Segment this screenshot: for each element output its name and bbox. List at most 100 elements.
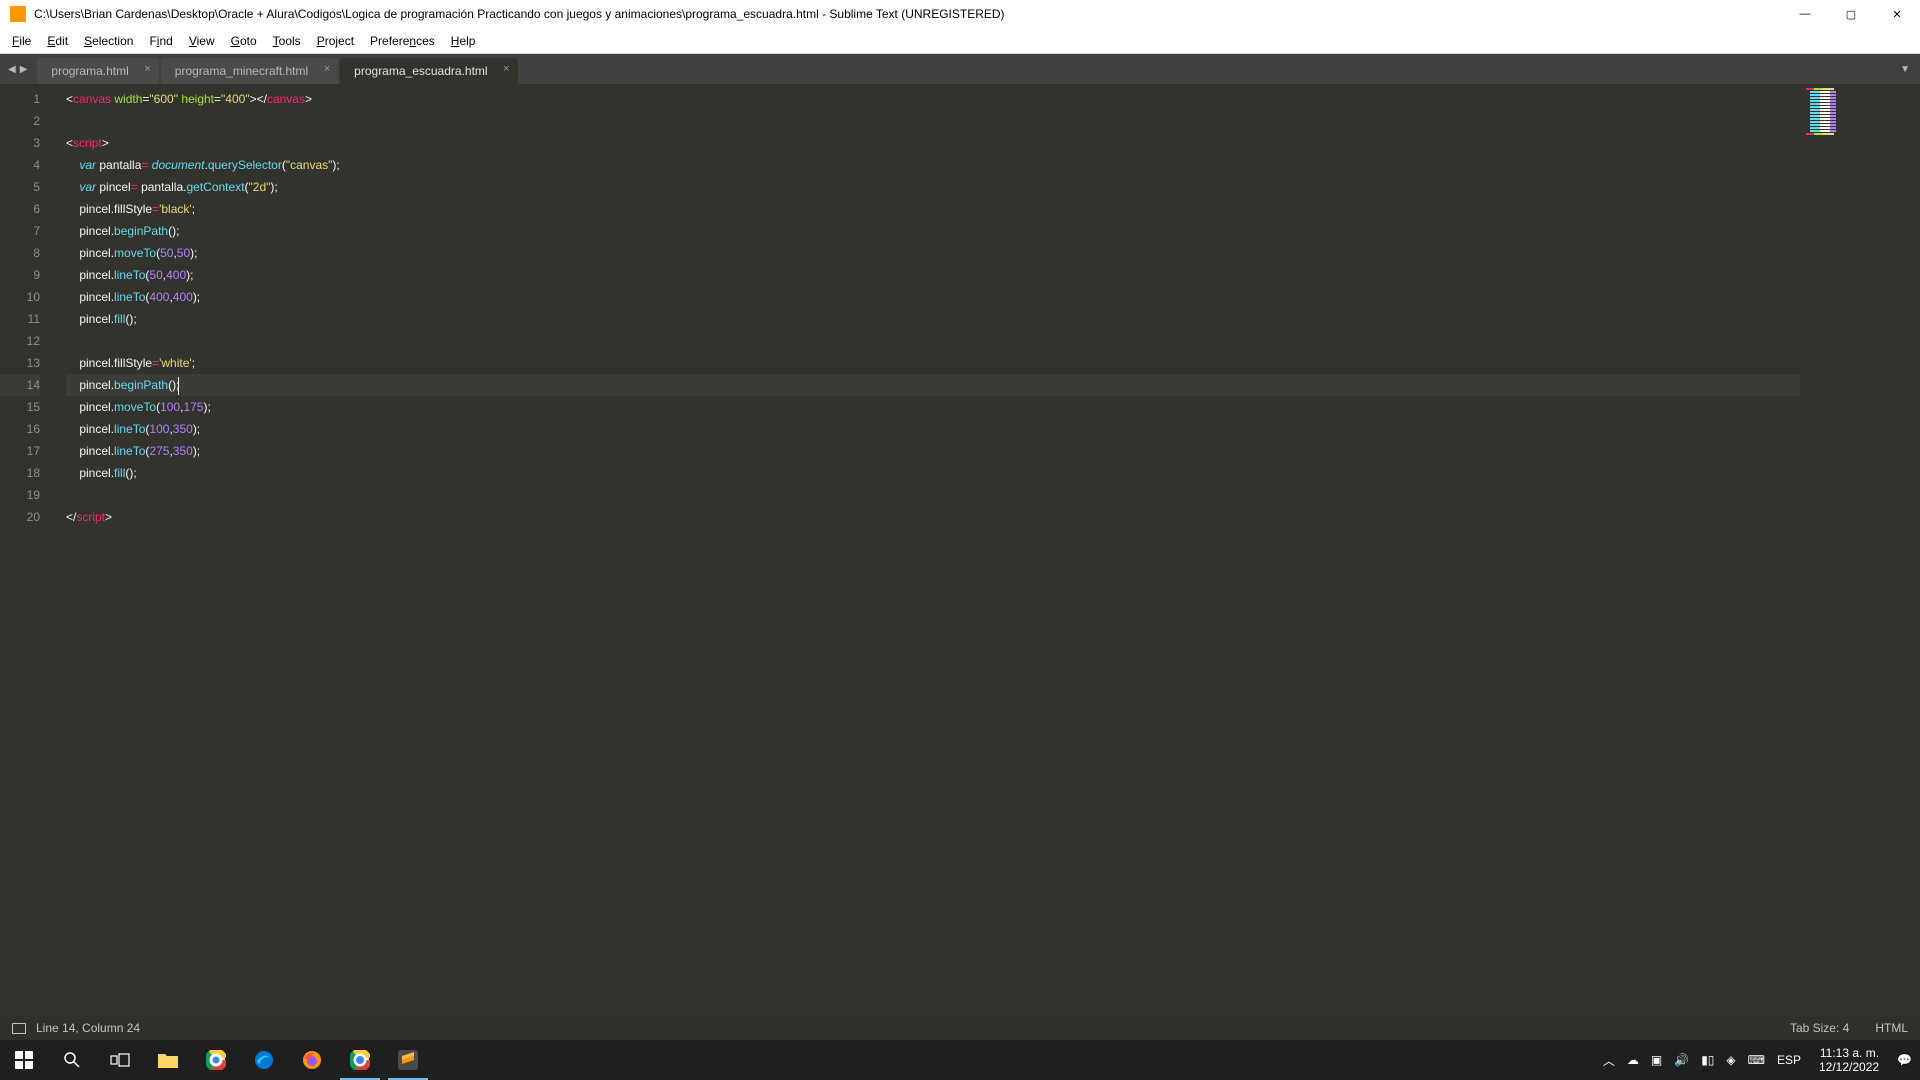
menu-tools[interactable]: Tools: [265, 32, 309, 50]
code-line[interactable]: pincel.beginPath();: [66, 220, 1800, 242]
line-number: 7: [0, 220, 40, 242]
tray-volume-icon[interactable]: 🔊: [1674, 1053, 1689, 1067]
line-number: 1: [0, 88, 40, 110]
minimap[interactable]: [1800, 84, 1920, 1016]
firefox-icon[interactable]: [288, 1040, 336, 1080]
line-number: 11: [0, 308, 40, 330]
menu-find[interactable]: Find: [141, 32, 180, 50]
code-line[interactable]: pincel.moveTo(50,50);: [66, 242, 1800, 264]
line-number: 9: [0, 264, 40, 286]
tab-size[interactable]: Tab Size: 4: [1790, 1021, 1849, 1035]
menu-help[interactable]: Help: [443, 32, 484, 50]
close-icon[interactable]: ×: [144, 63, 150, 75]
code-line[interactable]: pincel.moveTo(100,175);: [66, 396, 1800, 418]
close-icon[interactable]: ×: [503, 63, 509, 75]
code-line[interactable]: pincel.lineTo(50,400);: [66, 264, 1800, 286]
nav-back-icon[interactable]: ◀: [6, 64, 18, 75]
task-view-icon[interactable]: [96, 1040, 144, 1080]
line-number: 18: [0, 462, 40, 484]
nav-forward-icon[interactable]: ▶: [18, 64, 30, 75]
code-line[interactable]: [66, 484, 1800, 506]
start-button[interactable]: [0, 1040, 48, 1080]
line-number: 14: [0, 374, 40, 396]
tray-chevron-up-icon[interactable]: ︿: [1603, 1052, 1615, 1069]
line-number: 5: [0, 176, 40, 198]
window-title: C:\Users\Brian Cardenas\Desktop\Oracle +…: [34, 7, 1782, 21]
line-number: 17: [0, 440, 40, 462]
maximize-button[interactable]: ▢: [1828, 0, 1874, 28]
close-icon[interactable]: ×: [324, 63, 330, 75]
code-line[interactable]: [66, 110, 1800, 132]
line-number: 13: [0, 352, 40, 374]
line-number: 20: [0, 506, 40, 528]
close-button[interactable]: ✕: [1874, 0, 1920, 28]
menu-project[interactable]: Project: [309, 32, 362, 50]
line-number: 6: [0, 198, 40, 220]
menu-goto[interactable]: Goto: [223, 32, 265, 50]
edge-icon[interactable]: [240, 1040, 288, 1080]
code-line[interactable]: var pantalla= document.querySelector("ca…: [66, 154, 1800, 176]
panel-toggle-icon[interactable]: [12, 1023, 26, 1034]
code-line[interactable]: pincel.fillStyle='white';: [66, 352, 1800, 374]
code-line[interactable]: pincel.beginPath();: [66, 374, 1800, 396]
editor[interactable]: 1234567891011121314151617181920 <canvas …: [0, 84, 1800, 1016]
code-line[interactable]: <script>: [66, 132, 1800, 154]
line-number: 16: [0, 418, 40, 440]
minimize-button[interactable]: —: [1782, 0, 1828, 28]
tray-date: 12/12/2022: [1819, 1060, 1879, 1074]
syntax-language[interactable]: HTML: [1875, 1021, 1908, 1035]
app-icon: [10, 6, 26, 22]
line-number: 3: [0, 132, 40, 154]
code-line[interactable]: var pincel= pantalla.getContext("2d");: [66, 176, 1800, 198]
code-line[interactable]: [66, 330, 1800, 352]
tray-clock[interactable]: 11:13 a. m. 12/12/2022: [1813, 1046, 1885, 1074]
line-number: 2: [0, 110, 40, 132]
tab-label: programa_escuadra.html: [354, 64, 487, 78]
statusbar: Line 14, Column 24 Tab Size: 4 HTML: [0, 1016, 1920, 1040]
sublime-icon[interactable]: [384, 1040, 432, 1080]
file-explorer-icon[interactable]: [144, 1040, 192, 1080]
code-line[interactable]: <canvas width="600" height="400"></canva…: [66, 88, 1800, 110]
menu-view[interactable]: View: [181, 32, 223, 50]
cursor-position[interactable]: Line 14, Column 24: [36, 1021, 140, 1035]
code-content[interactable]: <canvas width="600" height="400"></canva…: [56, 84, 1800, 1016]
code-line[interactable]: pincel.lineTo(100,350);: [66, 418, 1800, 440]
tray-keyboard-icon[interactable]: ⌨: [1748, 1053, 1765, 1067]
code-line[interactable]: pincel.lineTo(275,350);: [66, 440, 1800, 462]
line-number: 4: [0, 154, 40, 176]
tab-label: programa_minecraft.html: [175, 64, 308, 78]
tray-onedrive-icon[interactable]: ☁: [1627, 1053, 1639, 1067]
tray-meet-icon[interactable]: ▣: [1651, 1053, 1662, 1067]
tab-programa_escuadra-html[interactable]: programa_escuadra.html ×: [340, 58, 517, 84]
tray-notifications-icon[interactable]: 💬: [1897, 1053, 1912, 1067]
code-line[interactable]: pincel.fill();: [66, 308, 1800, 330]
menubar: File Edit Selection Find View Goto Tools…: [0, 28, 1920, 54]
tab-chrome: ◀ ▶ programa.html×programa_minecraft.htm…: [0, 54, 1920, 84]
line-number: 8: [0, 242, 40, 264]
titlebar: C:\Users\Brian Cardenas\Desktop\Oracle +…: [0, 0, 1920, 28]
line-number: 12: [0, 330, 40, 352]
tab-label: programa.html: [51, 64, 128, 78]
tabbar-overflow-icon[interactable]: ▼: [1900, 64, 1910, 75]
taskbar: ︿ ☁ ▣ 🔊 ▮▯ ◈ ⌨ ESP 11:13 a. m. 12/12/202…: [0, 1040, 1920, 1080]
code-line[interactable]: pincel.lineTo(400,400);: [66, 286, 1800, 308]
menu-preferences[interactable]: Preferences: [362, 32, 443, 50]
search-icon[interactable]: [48, 1040, 96, 1080]
menu-selection[interactable]: Selection: [76, 32, 141, 50]
tray-battery-icon[interactable]: ▮▯: [1701, 1053, 1714, 1067]
code-line[interactable]: </script>: [66, 506, 1800, 528]
line-number: 10: [0, 286, 40, 308]
tab-programa-html[interactable]: programa.html ×: [37, 58, 158, 84]
tab-programa_minecraft-html[interactable]: programa_minecraft.html ×: [161, 58, 338, 84]
code-line[interactable]: pincel.fill();: [66, 462, 1800, 484]
gutter: 1234567891011121314151617181920: [0, 84, 56, 1016]
menu-edit[interactable]: Edit: [39, 32, 76, 50]
line-number: 15: [0, 396, 40, 418]
menu-file[interactable]: File: [4, 32, 39, 50]
chrome-icon[interactable]: [192, 1040, 240, 1080]
code-line[interactable]: pincel.fillStyle='black';: [66, 198, 1800, 220]
tray-wifi-icon[interactable]: ◈: [1726, 1053, 1735, 1067]
line-number: 19: [0, 484, 40, 506]
chrome-icon-2[interactable]: [336, 1040, 384, 1080]
tray-language[interactable]: ESP: [1777, 1053, 1801, 1067]
